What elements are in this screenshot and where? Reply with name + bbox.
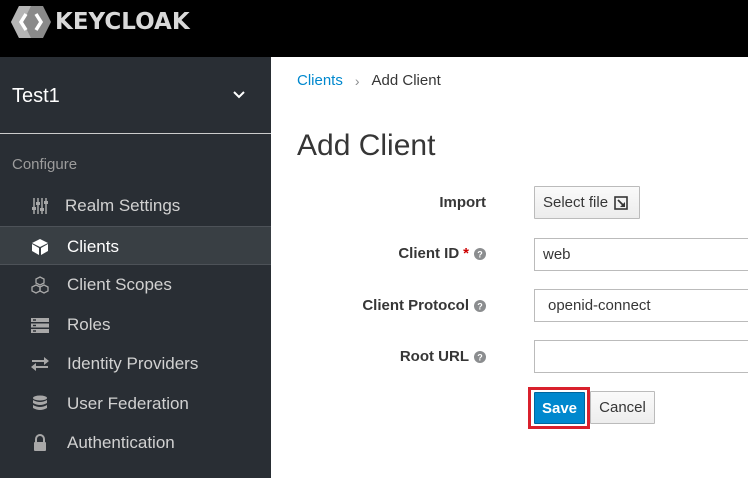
- cube-icon: [32, 239, 48, 255]
- client-id-input[interactable]: web: [534, 238, 748, 271]
- help-icon[interactable]: ?: [474, 299, 486, 312]
- sidebar-item-label: User Federation: [67, 394, 189, 413]
- required-indicator: *: [463, 245, 469, 262]
- svg-text:?: ?: [477, 301, 483, 311]
- top-bar: KEYCLOAK: [0, 0, 748, 57]
- root-url-label-text: Root URL: [399, 348, 469, 365]
- sidebar-item-label: Client Scopes: [67, 275, 172, 294]
- breadcrumb: Clients › Add Client: [297, 72, 441, 89]
- sidebar-item-label: Clients: [67, 237, 119, 256]
- breadcrumb-separator: ›: [354, 72, 360, 89]
- select-file-label: Select file: [543, 194, 609, 211]
- client-id-label-text: Client ID: [398, 245, 460, 262]
- select-file-button[interactable]: Select file: [534, 186, 640, 219]
- save-button[interactable]: Save: [534, 392, 585, 424]
- root-url-input[interactable]: [534, 340, 748, 373]
- sidebar-item-label: Roles: [67, 315, 111, 334]
- page-title: Add Client: [297, 129, 436, 162]
- sliders-icon: [32, 198, 48, 214]
- import-label: Import: [439, 194, 486, 211]
- svg-text:?: ?: [477, 352, 483, 362]
- breadcrumb-link-clients[interactable]: Clients: [297, 72, 343, 89]
- section-label-configure: Configure: [12, 156, 78, 173]
- sidebar-item-client-scopes[interactable]: Client Scopes: [0, 265, 271, 304]
- sidebar-item-label: Authentication: [67, 433, 175, 452]
- client-id-label: Client ID * ?: [398, 245, 486, 262]
- breadcrumb-current: Add Client: [371, 72, 441, 89]
- cubes-icon: [31, 276, 49, 294]
- sidebar-item-authentication[interactable]: Authentication: [0, 423, 271, 462]
- root-url-label: Root URL ?: [400, 348, 486, 365]
- keycloak-logo-icon: [11, 6, 51, 38]
- sidebar-item-clients[interactable]: Clients: [0, 226, 271, 265]
- help-icon[interactable]: ?: [474, 247, 486, 260]
- client-protocol-select[interactable]: openid-connect: [534, 289, 748, 322]
- chevron-down-icon[interactable]: [231, 87, 247, 103]
- help-icon[interactable]: ?: [474, 350, 486, 363]
- sidebar: Test1 Configure Realm Settings Clients C…: [0, 57, 271, 478]
- sidebar-item-label: Realm Settings: [65, 196, 181, 215]
- realm-name: Test1: [12, 85, 60, 107]
- keycloak-logo[interactable]: KEYCLOAK: [10, 4, 190, 40]
- sidebar-item-roles[interactable]: Roles: [0, 305, 271, 344]
- list-icon: [31, 318, 49, 333]
- sidebar-item-label: Identity Providers: [67, 354, 199, 373]
- database-icon: [33, 395, 47, 410]
- exchange-icon: [31, 357, 49, 371]
- lock-icon: [34, 434, 46, 451]
- import-icon: [614, 195, 628, 210]
- cancel-button[interactable]: Cancel: [590, 391, 655, 424]
- main-content: Clients › Add Client Add Client Import S…: [271, 57, 748, 478]
- realm-selector[interactable]: Test1: [0, 57, 271, 134]
- svg-text:?: ?: [477, 249, 483, 259]
- client-protocol-label: Client Protocol ?: [362, 297, 486, 314]
- sidebar-item-realm-settings[interactable]: Realm Settings: [0, 186, 271, 225]
- client-protocol-label-text: Client Protocol: [362, 297, 469, 314]
- logo-text: KEYCLOAK: [55, 9, 190, 35]
- import-label-text: Import: [439, 194, 486, 211]
- sidebar-item-identity-providers[interactable]: Identity Providers: [0, 344, 271, 383]
- sidebar-item-user-federation[interactable]: User Federation: [0, 384, 271, 423]
